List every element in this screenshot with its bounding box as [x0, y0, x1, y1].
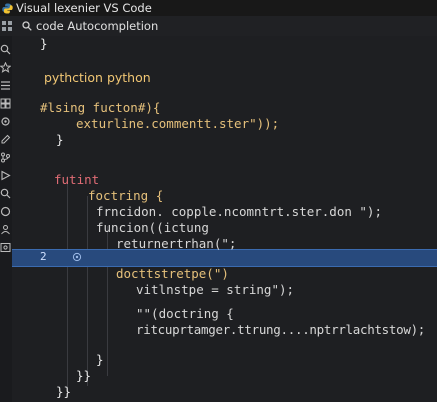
- code-line[interactable]: foctring {: [88, 188, 163, 203]
- search-icon: [22, 21, 32, 31]
- source-control-icon[interactable]: [0, 206, 11, 217]
- code-editor[interactable]: 2 } pythction python #lsing fucton#){ ex…: [12, 36, 437, 402]
- code-line[interactable]: }: [96, 352, 104, 367]
- code-line[interactable]: vitlnstpe = string");: [136, 282, 294, 297]
- code-line[interactable]: exturline.commentt.ster"));: [76, 116, 279, 131]
- list-icon[interactable]: [0, 80, 11, 91]
- code-line[interactable]: ""(doctring {: [136, 306, 234, 321]
- python-logo-icon: [2, 2, 13, 14]
- activity-bar: [0, 36, 12, 402]
- code-line[interactable]: funcion((ictung: [96, 220, 209, 235]
- account-icon[interactable]: [0, 224, 11, 235]
- image-icon[interactable]: [0, 242, 11, 253]
- code-line[interactable]: ritcuprtamger.ttrung....nptrrlachtstow);: [136, 322, 425, 337]
- code-line[interactable]: returnertrhan(";: [116, 236, 236, 251]
- settings-icon[interactable]: [0, 116, 11, 127]
- code-line[interactable]: }}: [56, 384, 71, 399]
- search-icon[interactable]: [0, 188, 11, 199]
- code-line[interactable]: futint: [54, 172, 99, 187]
- extensions-icon[interactable]: [0, 98, 11, 109]
- grid-menu-icon[interactable]: [2, 21, 12, 31]
- code-line[interactable]: pythction python: [44, 70, 151, 85]
- code-line[interactable]: frncidon. copple.ncomntrt.ster.don ");: [96, 204, 382, 219]
- indent-guide: [87, 196, 88, 386]
- edit-icon[interactable]: [0, 134, 11, 145]
- star-icon[interactable]: [0, 62, 11, 73]
- code-line[interactable]: }: [56, 132, 64, 147]
- code-line[interactable]: }: [40, 36, 48, 51]
- indent-guide: [67, 176, 68, 398]
- breakpoint-icon[interactable]: [72, 252, 82, 262]
- window-title: Visual lexenier VS Code: [16, 1, 152, 15]
- command-bar[interactable]: code Autocompletion: [0, 16, 437, 37]
- code-line[interactable]: }}: [76, 368, 91, 383]
- code-line[interactable]: #lsing fucton#){: [40, 100, 160, 115]
- search-icon[interactable]: [0, 44, 11, 55]
- branch-icon[interactable]: [0, 152, 11, 163]
- search-input[interactable]: code Autocompletion: [36, 19, 158, 33]
- line-number: 2: [40, 250, 47, 263]
- title-bar: Visual lexenier VS Code: [0, 0, 437, 16]
- debug-icon[interactable]: [0, 170, 11, 181]
- code-line[interactable]: docttstretpe("): [116, 266, 229, 281]
